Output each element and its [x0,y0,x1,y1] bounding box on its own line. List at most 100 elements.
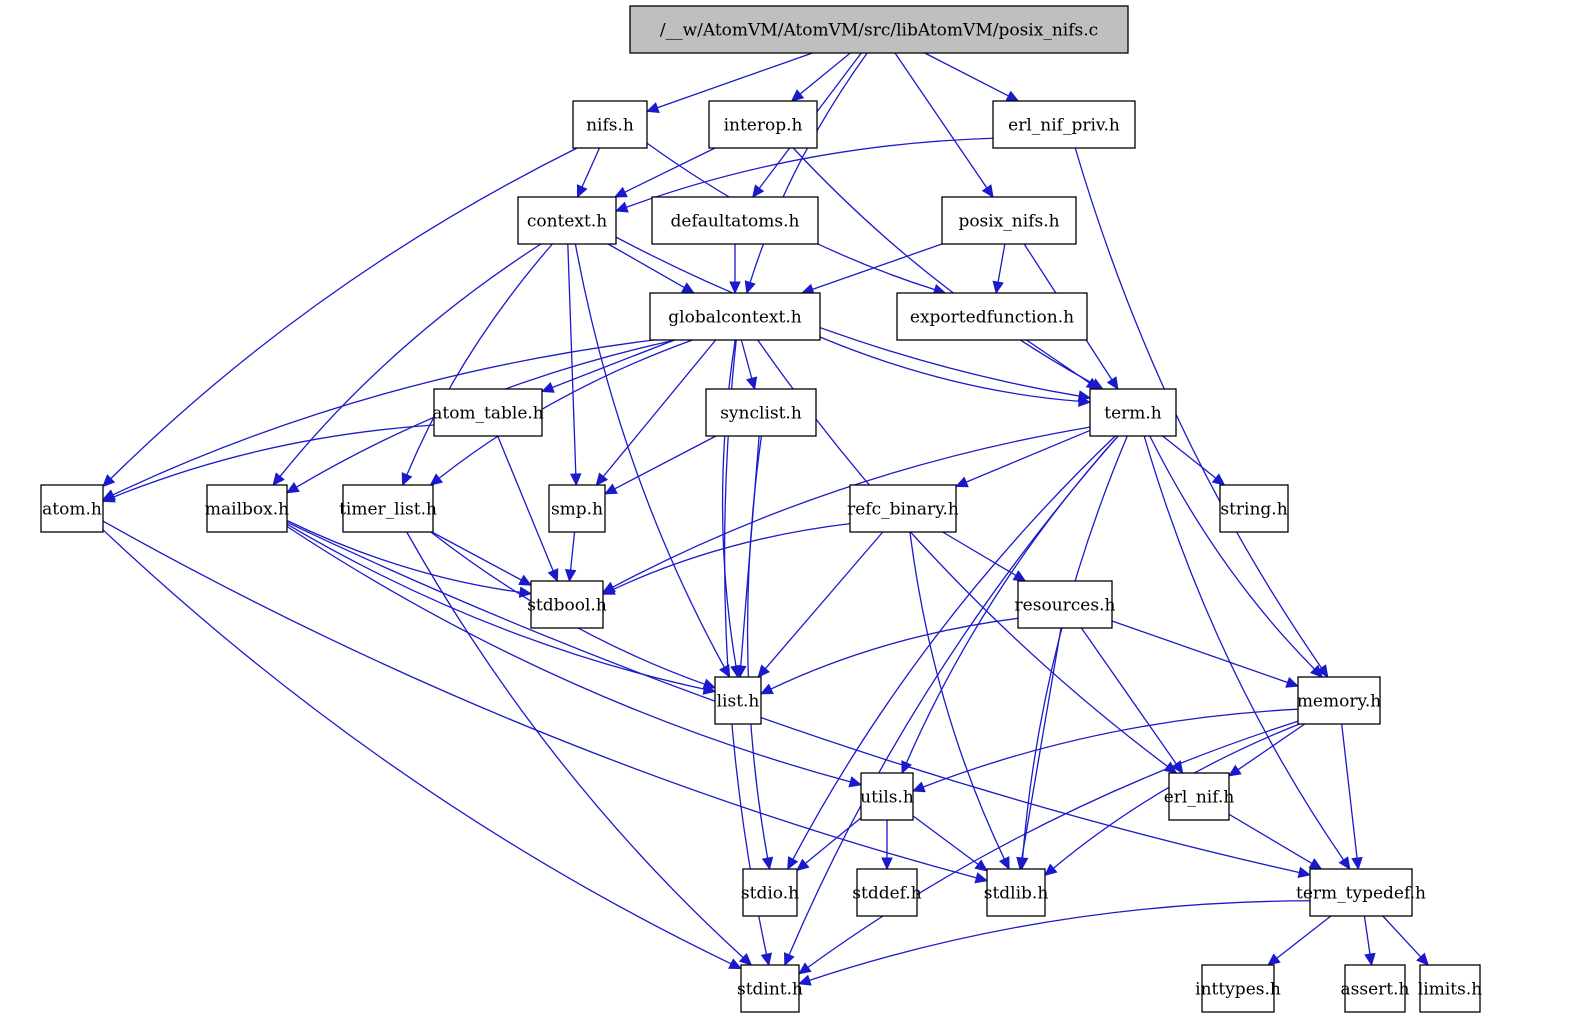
node-refc-binary[interactable]: refc_binary.h [847,484,959,533]
arrowhead-icon [1267,953,1281,966]
arrowhead-icon [751,184,765,198]
include-dependency-graph: /__w/AtomVM/AtomVM/src/libAtomVM/posix_n… [40,5,1482,1013]
arrowhead-icon [1228,764,1242,777]
edge-root-to-posix-nifs-h [894,52,994,198]
node-label: string.h [1220,500,1287,520]
node-root[interactable]: /__w/AtomVM/AtomVM/src/libAtomVM/posix_n… [629,5,1129,54]
arrowhead-icon [992,280,1004,295]
edge-context-to-timer-list [401,243,553,487]
node-smp[interactable]: smp.h [548,484,606,533]
node-atom-table[interactable]: atom_table.h [432,388,544,437]
arrowhead-icon [746,376,758,391]
arrowhead-icon [1044,863,1058,877]
node-context[interactable]: context.h [517,196,617,245]
edge-posix-nifs-h-to-globalcontext [800,243,943,295]
node-label: stdbool.h [527,596,607,616]
node-assert[interactable]: assert.h [1341,964,1410,1013]
node-defaultatoms[interactable]: defaultatoms.h [651,196,819,245]
edge-utils-to-stdlib [912,815,988,872]
arrowhead-icon [285,481,300,494]
edge-refc-binary-to-stdbool [601,522,851,595]
node-resources[interactable]: resources.h [1015,580,1116,629]
arrowhead-icon [729,281,741,295]
node-synclist[interactable]: synclist.h [705,388,817,437]
arrowhead-icon [1005,90,1020,102]
edge-timer-list-to-stdbool [431,531,533,586]
node-exportedfunction[interactable]: exportedfunction.h [896,292,1088,341]
edge-line [924,52,1009,97]
edge-line [286,523,705,690]
node-atom[interactable]: atom.h [40,484,104,533]
edge-synclist-to-stdio [746,435,774,871]
arrowhead-icon [272,472,285,486]
node-erl-nif-priv[interactable]: erl_nif_priv.h [992,100,1136,149]
node-label: erl_nif.h [1164,788,1235,808]
node-stdint[interactable]: stdint.h [737,964,803,1013]
node-label: synclist.h [720,404,802,424]
arrowhead-icon [1211,473,1226,486]
node-utils[interactable]: utils.h [860,772,914,821]
node-stddef[interactable]: stddef.h [852,868,922,917]
edge-line [746,435,769,859]
edge-memory-to-term-typedef [1341,723,1363,871]
arrowhead-icon [848,776,863,788]
arrowhead-icon [540,381,555,393]
edge-resources-to-erl-nif [1080,627,1184,774]
edge-term-typedef-to-assert [1363,915,1376,967]
edge-interop-to-term [792,147,1104,390]
edge-mailbox-to-term-typedef [286,521,1312,879]
arrowhead-icon [974,872,989,884]
node-erl-nif[interactable]: erl_nif.h [1164,772,1235,821]
arrowhead-icon [576,184,588,199]
arrowhead-icon [1285,676,1300,688]
node-stdlib[interactable]: stdlib.h [984,868,1049,917]
node-limits[interactable]: limits.h [1418,964,1482,1013]
edge-line [923,708,1299,788]
edge-root-to-interop [790,52,851,102]
node-label: utils.h [860,788,914,808]
node-posix-nifs-h[interactable]: posix_nifs.h [941,196,1077,245]
edge-refc-binary-to-stdlib [909,531,1010,871]
node-interop[interactable]: interop.h [708,100,818,149]
node-label: erl_nif_priv.h [1008,116,1120,136]
node-nifs[interactable]: nifs.h [572,100,648,149]
arrowhead-icon [681,282,695,294]
node-label: smp.h [551,500,603,520]
edge-term-to-memory [1149,435,1324,678]
arrowhead-icon [998,856,1010,871]
node-label: term_typedef.h [1296,884,1426,904]
node-label: mailbox.h [205,500,289,520]
edge-line [792,147,1094,385]
edge-utils-to-stddef [881,819,893,871]
edge-line [1026,339,1090,384]
edge-line [1341,723,1358,859]
node-label: defaultatoms.h [671,212,800,232]
edge-synclist-to-smp [603,435,717,495]
edge-memory-to-stdint [798,720,1299,975]
node-label: inttypes.h [1195,980,1281,1000]
node-stdio[interactable]: stdio.h [741,868,799,917]
node-stdbool[interactable]: stdbool.h [527,580,607,629]
node-label: atom_table.h [432,404,544,424]
node-timer-list[interactable]: timer_list.h [339,484,437,533]
node-mailbox[interactable]: mailbox.h [205,484,289,533]
edge-line [764,531,884,670]
edge-refc-binary-to-resources [942,531,1027,582]
arrowhead-icon [760,952,773,967]
arrowhead-icon [1351,856,1363,871]
edge-posix-nifs-h-to-exportedfunction [992,243,1006,295]
edge-line [1021,435,1128,859]
node-string[interactable]: string.h [1219,484,1289,533]
node-term-typedef[interactable]: term_typedef.h [1296,868,1426,917]
edge-atom-to-stdint [102,529,743,970]
node-memory[interactable]: memory.h [1297,676,1381,725]
edge-line [581,147,601,188]
arrowhead-icon [796,858,810,872]
edge-line [612,522,851,591]
node-label: stddef.h [852,884,921,904]
node-list[interactable]: list.h [714,676,762,725]
node-label: nifs.h [586,116,634,136]
node-inttypes[interactable]: inttypes.h [1195,964,1281,1013]
node-globalcontext[interactable]: globalcontext.h [649,292,821,341]
node-term[interactable]: term.h [1089,388,1177,437]
